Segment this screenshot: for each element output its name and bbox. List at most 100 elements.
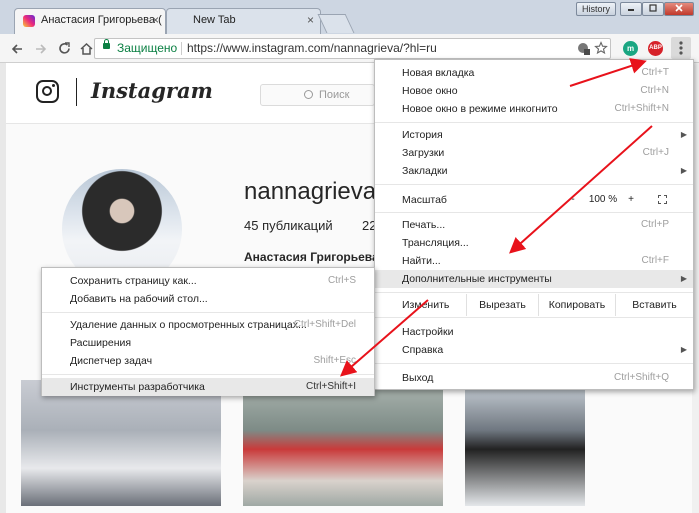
menu-item-label: Трансляция...: [402, 237, 469, 249]
post-thumbnail[interactable]: [21, 380, 221, 506]
menu-item-shortcut: Ctrl+Shift+N: [614, 103, 669, 114]
adblock-icon[interactable]: ABP: [648, 41, 663, 56]
menu-item-label: Загрузки: [402, 147, 445, 159]
tab-close-icon[interactable]: ×: [307, 13, 314, 27]
menu-item-incognito[interactable]: Новое окно в режиме инкогнито Ctrl+Shift…: [375, 100, 693, 118]
menu-item-label: Новое окно в режиме инкогнито: [402, 103, 558, 115]
more-tools-submenu: Сохранить страницу как... Ctrl+S Добавит…: [41, 267, 375, 396]
post-thumbnail[interactable]: [243, 380, 443, 506]
fullscreen-icon[interactable]: [657, 194, 668, 205]
menu-item-shortcut: Shift+Esc: [313, 355, 356, 366]
address-bar[interactable]: Защищено https://www.instagram.com/nanna…: [94, 38, 611, 59]
menu-item-label: Настройки: [402, 326, 454, 338]
logo-divider: [76, 78, 77, 106]
menu-item-new-window[interactable]: Новое окно Ctrl+N: [375, 82, 693, 100]
maximize-icon: [649, 4, 657, 12]
tab-new-tab[interactable]: New Tab ×: [166, 8, 321, 34]
menu-item-downloads[interactable]: Загрузки Ctrl+J: [375, 144, 693, 162]
menu-item-exit[interactable]: Выход Ctrl+Shift+Q: [375, 369, 693, 387]
menu-item-label: Добавить на рабочий стол...: [70, 293, 208, 305]
menu-item-settings[interactable]: Настройки: [375, 323, 693, 341]
menu-item-task-manager[interactable]: Диспетчер задач Shift+Esc: [42, 352, 374, 370]
edit-label: Изменить: [402, 299, 450, 311]
menu-item-more-tools[interactable]: Дополнительные инструменты ▶: [375, 270, 693, 288]
profile-username: nannagrieva: [244, 178, 377, 205]
menu-item-new-tab[interactable]: Новая вкладка Ctrl+T: [375, 64, 693, 82]
post-thumbnail[interactable]: [465, 380, 585, 506]
posts-count: 45 публикаций: [244, 218, 333, 233]
chrome-menu-button[interactable]: [671, 37, 691, 59]
search-icon: [304, 90, 313, 99]
instagram-favicon-icon: [23, 15, 35, 27]
menu-item-label: История: [402, 129, 443, 141]
minimize-button[interactable]: [620, 2, 642, 16]
menu-item-label: Справка: [402, 344, 444, 356]
menu-item-shortcut: Ctrl+S: [327, 275, 356, 286]
paste-button[interactable]: Вставить: [615, 294, 693, 316]
menu-separator: [375, 363, 693, 364]
menu-item-cast[interactable]: Трансляция...: [375, 234, 693, 252]
menu-item-label: Найти...: [402, 255, 441, 267]
forward-arrow-icon[interactable]: [34, 42, 48, 56]
translate-icon[interactable]: [577, 42, 591, 56]
submenu-arrow-icon: ▶: [680, 274, 687, 283]
divider: [181, 42, 182, 55]
edit-row: Изменить Вырезать Копировать Вставить: [375, 294, 693, 316]
zoom-value: 100 %: [588, 194, 618, 205]
tab-instagram[interactable]: Анастасия Григорьева ( ×: [14, 8, 166, 34]
search-input[interactable]: Поиск: [260, 84, 375, 106]
menu-item-label: Расширения: [70, 337, 132, 349]
menu-item-clear-data[interactable]: Удаление данных о просмотренных страница…: [42, 316, 374, 334]
menu-item-label: Закладки: [402, 165, 448, 177]
home-icon[interactable]: [79, 41, 94, 56]
history-button[interactable]: History: [576, 2, 616, 16]
left-edge: [0, 63, 6, 513]
menu-item-extensions[interactable]: Расширения: [42, 334, 374, 352]
cut-button[interactable]: Вырезать: [466, 294, 538, 316]
reload-icon[interactable]: [57, 41, 72, 56]
minimize-icon: [628, 9, 634, 11]
menu-item-help[interactable]: Справка ▶: [375, 341, 693, 359]
menu-item-shortcut: Ctrl+T: [641, 67, 670, 78]
zoom-row: Масштаб - 100 % +: [375, 189, 693, 211]
maximize-button[interactable]: [642, 2, 664, 16]
menu-separator: [375, 212, 693, 213]
menu-item-bookmarks[interactable]: Закладки ▶: [375, 162, 693, 180]
menu-separator: [42, 312, 374, 313]
menu-separator: [375, 292, 693, 293]
zoom-in-button[interactable]: +: [623, 191, 639, 209]
bookmark-star-icon[interactable]: [594, 41, 608, 55]
menu-item-add-to-desktop[interactable]: Добавить на рабочий стол...: [42, 290, 374, 308]
menu-separator: [375, 122, 693, 123]
m-extension-icon[interactable]: m: [623, 41, 638, 56]
close-icon: [675, 4, 683, 12]
profile-full-name: Анастасия Григорьева: [244, 250, 379, 264]
chrome-main-menu: Новая вкладка Ctrl+T Новое окно Ctrl+N Н…: [374, 59, 694, 390]
tab-close-icon[interactable]: ×: [152, 13, 159, 27]
tab-label: New Tab: [193, 14, 236, 26]
menu-item-label: Дополнительные инструменты: [402, 273, 552, 285]
menu-item-label: Печать...: [402, 219, 446, 231]
instagram-camera-icon[interactable]: [36, 80, 59, 103]
menu-item-label: Инструменты разработчика: [70, 381, 205, 393]
zoom-out-button[interactable]: -: [563, 191, 583, 209]
menu-item-developer-tools[interactable]: Инструменты разработчика Ctrl+Shift+I: [42, 378, 374, 396]
instagram-wordmark[interactable]: Instagram: [91, 78, 213, 103]
menu-item-find[interactable]: Найти... Ctrl+F: [375, 252, 693, 270]
window-close-button[interactable]: [664, 2, 694, 16]
menu-separator: [375, 317, 693, 318]
url-text[interactable]: https://www.instagram.com/nannagrieva/?h…: [187, 39, 437, 58]
submenu-arrow-icon: ▶: [680, 130, 687, 139]
menu-item-print[interactable]: Печать... Ctrl+P: [375, 216, 693, 234]
copy-button[interactable]: Копировать: [538, 294, 615, 316]
menu-item-shortcut: Ctrl+Shift+Del: [293, 319, 356, 330]
submenu-arrow-icon: ▶: [680, 345, 687, 354]
back-arrow-icon[interactable]: [10, 42, 24, 56]
menu-item-shortcut: Ctrl+Shift+Q: [613, 372, 669, 383]
menu-item-label: Выход: [402, 372, 434, 384]
three-dots-icon: [679, 41, 683, 55]
menu-item-history[interactable]: История ▶: [375, 126, 693, 144]
menu-item-label: Новая вкладка: [402, 67, 475, 79]
zoom-label: Масштаб: [402, 194, 447, 206]
menu-item-save-page[interactable]: Сохранить страницу как... Ctrl+S: [42, 272, 374, 290]
